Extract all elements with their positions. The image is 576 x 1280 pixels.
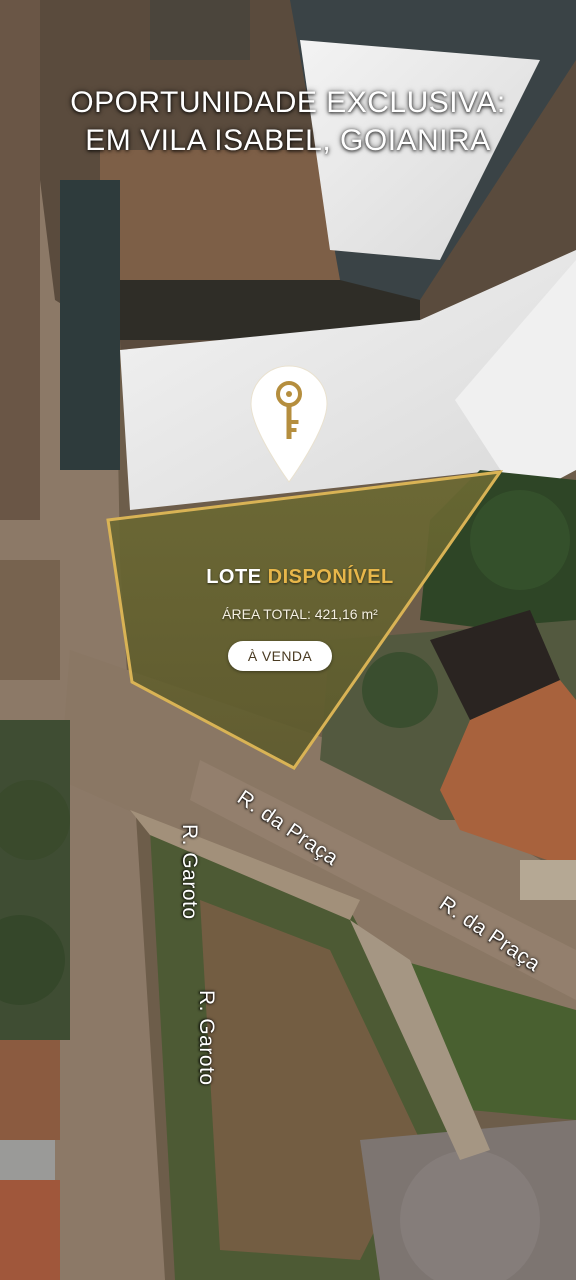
- street-label-garoto-2: R. Garoto: [195, 990, 218, 1086]
- lot-area: ÁREA TOTAL: 421,16 m²: [222, 606, 378, 622]
- satellite-map[interactable]: [0, 0, 576, 1280]
- map-pin-key-icon[interactable]: [248, 364, 330, 486]
- headline-line-2: EM VILA ISABEL, GOIANIRA: [85, 124, 491, 157]
- street-label-garoto-1: R. Garoto: [178, 824, 201, 920]
- headline: OPORTUNIDADE EXCLUSIVA: EM VILA ISABEL, …: [0, 84, 576, 160]
- sale-badge[interactable]: À VENDA: [228, 641, 332, 671]
- lot-title-word-1: LOTE: [206, 566, 262, 588]
- headline-line-1: OPORTUNIDADE EXCLUSIVA:: [70, 86, 506, 119]
- lot-title-word-2: DISPONÍVEL: [267, 566, 394, 588]
- lot-title: LOTE DISPONÍVEL: [140, 566, 460, 589]
